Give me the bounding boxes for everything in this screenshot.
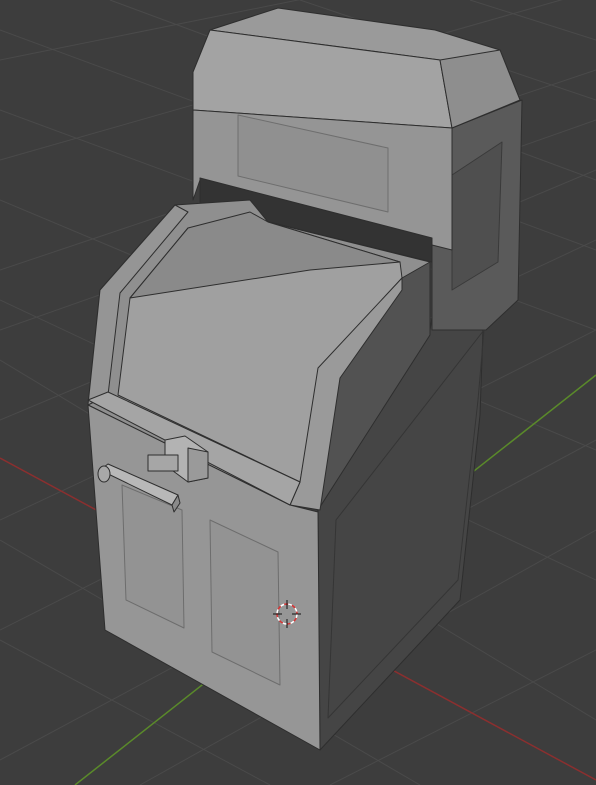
arcade-cabinet-model[interactable] [87,7,523,751]
3d-viewport[interactable] [0,0,596,785]
